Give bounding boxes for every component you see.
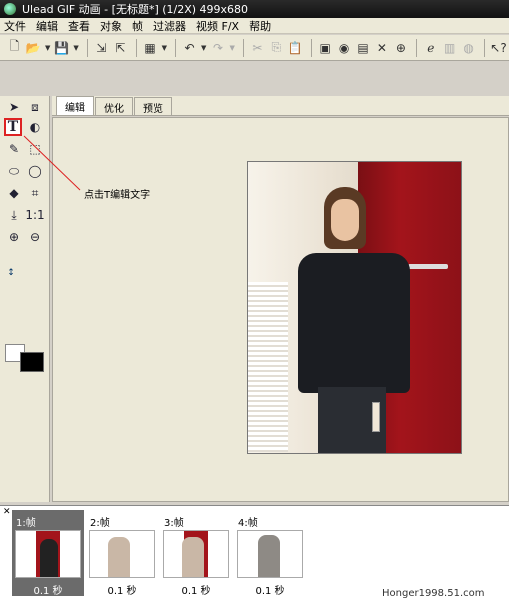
frame-label: 2:帧	[90, 518, 110, 529]
chevron-down-icon[interactable]: ▼	[44, 39, 52, 57]
menu-edit[interactable]: 编辑	[36, 18, 58, 34]
frame-label: 3:帧	[164, 518, 184, 529]
photo-shirt	[298, 253, 410, 393]
tab-preview[interactable]: 预览	[134, 97, 172, 115]
swap-colors-icon[interactable]: ↕	[2, 264, 20, 282]
paste-icon[interactable]: 📋	[287, 39, 304, 57]
disabled-icon[interactable]: ▥	[441, 39, 458, 57]
redo-icon[interactable]: ↷	[210, 39, 227, 57]
copy-icon[interactable]: ⎘	[268, 39, 285, 57]
photo-face	[331, 199, 359, 241]
frame-thumbnail	[15, 530, 81, 578]
browser-icon[interactable]: ▤	[355, 39, 372, 57]
lasso-icon[interactable]: ⬚	[26, 140, 44, 158]
save-icon[interactable]: 💾	[53, 39, 70, 57]
help-icon[interactable]: ↖?	[490, 39, 507, 57]
ie-icon[interactable]: ℯ	[422, 39, 439, 57]
import-icon[interactable]: ⇲	[93, 39, 110, 57]
close-icon[interactable]: ✕	[3, 507, 11, 517]
transform-icon[interactable]: ◐	[26, 118, 44, 136]
photo-person	[288, 187, 418, 453]
toolbar-separator	[135, 38, 137, 57]
frame-delay[interactable]: 0.1 秒	[160, 582, 232, 597]
main-toolbar: 🗋 📂 ▼ 💾 ▼ ⇲ ⇱ ▦ ▼ ↶ ▼ ↷ ▼ ✂ ⎘ 📋 ▣ ◉ ▤ ✕ …	[0, 35, 509, 61]
web-icon[interactable]: ⊕	[392, 39, 409, 57]
image-canvas[interactable]	[247, 161, 462, 454]
frame-label: 1:帧	[16, 518, 36, 529]
toolbar-separator	[242, 38, 244, 57]
thumb-person	[108, 537, 130, 577]
chevron-down-icon[interactable]: ▼	[200, 39, 208, 57]
menu-video-fx[interactable]: 视频 F/X	[196, 18, 239, 34]
preview-icon[interactable]: ◉	[336, 39, 353, 57]
fill-bucket-icon[interactable]: ◆	[5, 184, 23, 202]
chevron-down-icon[interactable]: ▼	[228, 39, 236, 57]
cut-icon[interactable]: ✂	[249, 39, 266, 57]
crop-icon[interactable]: ⧈	[26, 98, 44, 116]
thumb-person	[182, 537, 204, 577]
text-tool-icon[interactable]: T	[4, 118, 22, 136]
window-title: Ulead GIF 动画 - [无标题*] (1/2X) 499x680	[22, 3, 249, 16]
frame-thumbnail	[163, 530, 229, 578]
tab-optimize[interactable]: 优化	[95, 97, 133, 115]
frame-panel: ✕ 1:帧 0.1 秒 2:帧 0.1 秒 3:帧 0.1 秒 4:帧 0.1 …	[0, 505, 509, 600]
watermark-text: Honger1998.51.com	[382, 588, 485, 599]
menu-filter[interactable]: 过滤器	[153, 18, 186, 34]
toolbar-separator	[416, 38, 418, 57]
open-folder-icon[interactable]: 📂	[25, 39, 42, 57]
frame-delay[interactable]: 0.1 秒	[86, 582, 158, 597]
disabled-icon[interactable]: ◍	[460, 39, 477, 57]
toolbar-separator	[175, 38, 177, 57]
thumb-person	[258, 535, 280, 577]
photo-price-tag	[372, 402, 380, 432]
frame-delay[interactable]: 0.1 秒	[12, 582, 84, 597]
frame-item-2[interactable]: 2:帧 0.1 秒	[86, 510, 158, 597]
chevron-down-icon[interactable]: ▼	[72, 39, 80, 57]
frame-item-4[interactable]: 4:帧 0.1 秒	[234, 510, 306, 597]
chevron-down-icon[interactable]: ▼	[161, 39, 169, 57]
pointer-icon[interactable]: ➤	[5, 98, 23, 116]
tab-edit[interactable]: 编辑	[56, 96, 94, 115]
eyedropper-icon[interactable]: ⤓	[5, 206, 23, 224]
menu-view[interactable]: 查看	[68, 18, 90, 34]
actual-size-icon[interactable]: 1:1	[25, 206, 44, 224]
foreground-color-swatch[interactable]	[20, 352, 44, 372]
menu-object[interactable]: 对象	[100, 18, 122, 34]
tool-panel: ➤ ⧈ T ◐ ✎ ⬚ ⬭ ◯ ◆ ⌗ ⤓ 1:1 ⊕ ⊖ ↕	[0, 96, 50, 502]
frame-item-1[interactable]: 1:帧 0.1 秒	[12, 510, 84, 597]
eraser-icon[interactable]: ⬭	[5, 162, 23, 180]
title-bar: Ulead GIF 动画 - [无标题*] (1/2X) 499x680	[0, 0, 509, 18]
app-icon	[4, 3, 16, 15]
editor-tabs: 编辑 优化 预览	[52, 96, 509, 116]
photo-window-blind	[248, 282, 288, 452]
export-icon[interactable]: ⇱	[112, 39, 129, 57]
frame-item-3[interactable]: 3:帧 0.1 秒	[160, 510, 232, 597]
grid-crop-icon[interactable]: ⌗	[26, 184, 44, 202]
zoom-out-icon[interactable]: ⊖	[26, 228, 44, 246]
undo-icon[interactable]: ↶	[181, 39, 198, 57]
frame-thumbnail	[237, 530, 303, 578]
add-frame-icon[interactable]: ▦	[142, 39, 159, 57]
toolbar-separator	[310, 38, 312, 57]
zoom-in-icon[interactable]: ⊕	[5, 228, 23, 246]
frame-label: 4:帧	[238, 518, 258, 529]
frame-thumbnail	[89, 530, 155, 578]
menu-file[interactable]: 文件	[4, 18, 26, 34]
menu-frame[interactable]: 帧	[132, 18, 143, 34]
menu-bar: 文件 编辑 查看 对象 帧 过滤器 视频 F/X 帮助	[0, 18, 509, 34]
delete-icon[interactable]: ✕	[373, 39, 390, 57]
ellipse-select-icon[interactable]: ◯	[26, 162, 44, 180]
brush-icon[interactable]: ✎	[5, 140, 23, 158]
toolbar-separator	[484, 38, 486, 57]
toolbar-separator	[86, 38, 88, 57]
menu-help[interactable]: 帮助	[249, 18, 271, 34]
optimize-icon[interactable]: ▣	[317, 39, 334, 57]
frame-delay[interactable]: 0.1 秒	[234, 582, 306, 597]
new-file-icon[interactable]: 🗋	[6, 39, 23, 57]
annotation-text: 点击T编辑文字	[84, 190, 151, 201]
thumb-person	[40, 539, 58, 577]
